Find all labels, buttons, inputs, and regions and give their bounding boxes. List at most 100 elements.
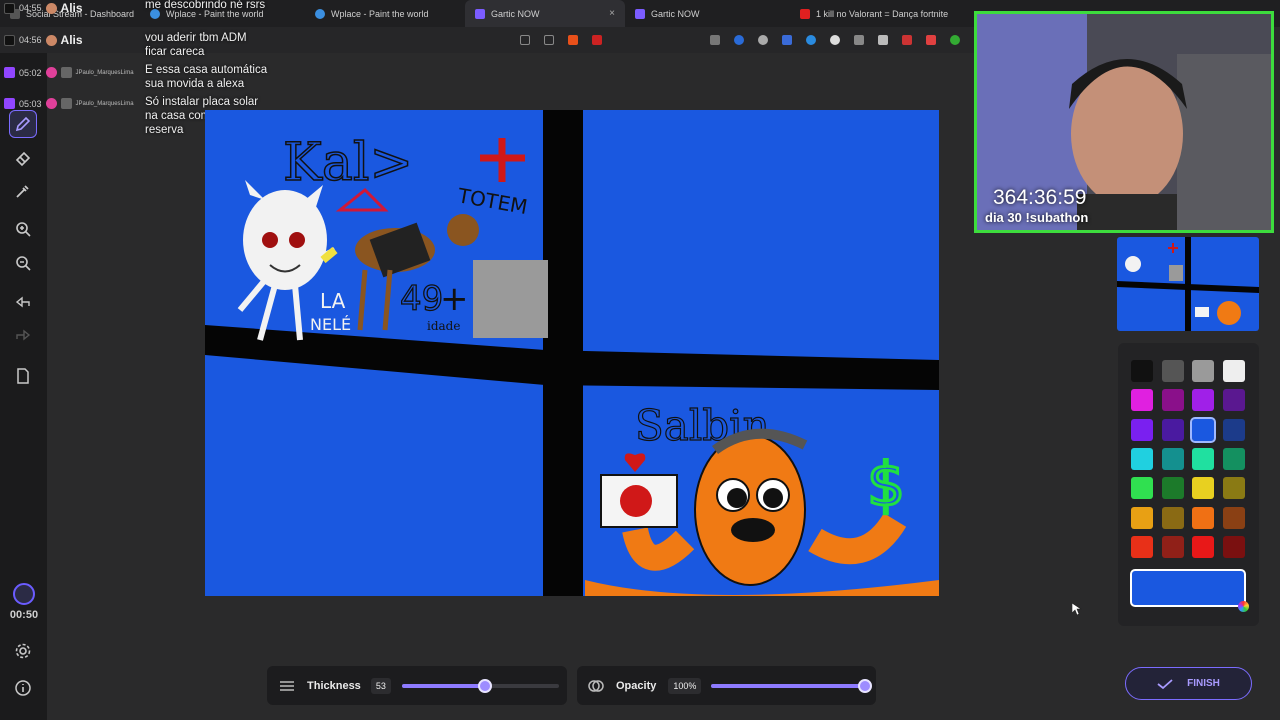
extension-icon[interactable] (926, 35, 936, 45)
drawing-shape (447, 214, 479, 246)
opacity-label: Opacity (616, 679, 657, 692)
current-color[interactable] (1130, 569, 1246, 607)
pencil-icon (15, 116, 31, 132)
redo-icon (16, 329, 31, 341)
browser-tab[interactable]: Wplace - Paint the world (305, 0, 465, 27)
browser-tab[interactable]: Wplace - Paint the world (140, 0, 305, 27)
tab-favicon-icon (315, 8, 325, 19)
browser-toolbar (0, 27, 975, 53)
drawing-canvas[interactable]: Kal> TOTEM LA NELÉ 49 + idade Salbin $ (205, 110, 939, 596)
color-swatch[interactable] (1131, 447, 1153, 470)
thickness-value[interactable]: 53 (370, 677, 391, 694)
menu-icon (280, 680, 294, 691)
finish-button[interactable]: FINISH (1125, 667, 1252, 700)
color-swatch[interactable] (1190, 416, 1216, 443)
color-swatch[interactable] (1161, 477, 1184, 500)
drawing-text: TOTEM (455, 183, 529, 219)
color-swatch[interactable] (1222, 447, 1245, 470)
color-swatch[interactable] (1222, 506, 1245, 529)
opacity-slider[interactable] (711, 679, 872, 693)
color-swatch[interactable] (1131, 418, 1153, 441)
timer-icon (13, 583, 35, 605)
settings-button[interactable] (9, 637, 37, 665)
file-icon (17, 368, 29, 384)
extension-icon[interactable] (950, 35, 960, 45)
eyedropper-tool-button[interactable] (9, 177, 37, 205)
color-swatch[interactable] (1131, 535, 1153, 558)
drawing-thumbnail[interactable] (1117, 237, 1259, 331)
extension-icon[interactable] (782, 35, 792, 45)
extension-icon[interactable] (902, 35, 912, 45)
rewards-icon[interactable] (592, 35, 602, 45)
share-icon[interactable] (544, 35, 554, 45)
file-button[interactable] (9, 362, 37, 390)
color-swatch[interactable] (1192, 477, 1214, 500)
color-swatch[interactable] (1192, 506, 1214, 529)
color-swatch[interactable] (1161, 389, 1184, 412)
tab-label: 1 kill no Valorant = Dança fortnite - (816, 8, 950, 19)
color-swatch[interactable] (1131, 477, 1153, 500)
color-swatch[interactable] (1192, 360, 1214, 382)
pencil-tool-button[interactable] (9, 110, 37, 138)
slider-fill (711, 684, 865, 688)
zoom-out-button[interactable] (9, 249, 37, 277)
tab-label: Gartic NOW (651, 8, 700, 19)
opacity-panel: Opacity 100% (577, 666, 876, 705)
slider-knob[interactable] (478, 679, 493, 693)
chat-message: E essa casa automática sua movida a alex… (145, 64, 268, 90)
zoom-in-button[interactable] (9, 215, 37, 243)
color-swatch[interactable] (1222, 535, 1245, 558)
extension-icon[interactable] (878, 35, 888, 45)
cast-icon[interactable] (520, 35, 530, 45)
undo-button[interactable] (9, 289, 37, 317)
extension-icon[interactable] (806, 35, 816, 45)
drawing-shape (624, 453, 646, 472)
slider-fill (402, 684, 486, 688)
extension-icon[interactable] (734, 35, 744, 45)
browser-tab-active[interactable]: Gartic NOW × (465, 0, 625, 27)
color-swatch[interactable] (1192, 447, 1214, 470)
browser-tab[interactable]: Social Stream - Dashboard (0, 0, 140, 27)
color-swatch[interactable] (1222, 477, 1245, 500)
slider-knob[interactable] (858, 679, 872, 693)
color-swatch[interactable] (1192, 535, 1214, 558)
extension-icon[interactable] (854, 35, 864, 45)
timer-text: 00:50 (9, 609, 39, 621)
gear-icon (15, 643, 31, 659)
extension-icon[interactable] (830, 35, 840, 45)
extension-icon[interactable] (758, 35, 768, 45)
tab-close-icon[interactable]: × (609, 8, 615, 19)
heart-icon (45, 67, 57, 78)
browser-tab[interactable]: 1 kill no Valorant = Dança fortnite - (790, 0, 950, 27)
drawing-shape (620, 485, 652, 517)
zoom-out-icon (16, 256, 31, 271)
browser-tab[interactable]: Gartic NOW (625, 0, 790, 27)
color-swatch[interactable] (1161, 418, 1184, 441)
thickness-slider[interactable] (402, 679, 559, 693)
color-swatch[interactable] (1222, 360, 1245, 382)
extension-icon[interactable] (710, 35, 720, 45)
dollar-icon: $ (867, 450, 905, 520)
color-swatch[interactable] (1222, 418, 1245, 441)
drawing-stroke (335, 187, 389, 212)
drawing-svg: Kal> TOTEM LA NELÉ 49 + idade Salbin $ (205, 110, 939, 596)
thickness-label: Thickness (307, 679, 361, 692)
color-wheel-icon[interactable] (1238, 601, 1249, 612)
color-swatch[interactable] (1131, 360, 1153, 382)
color-swatch[interactable] (1161, 360, 1184, 382)
eraser-tool-button[interactable] (9, 144, 37, 172)
color-swatch[interactable] (1192, 389, 1214, 412)
redo-button[interactable] (9, 322, 37, 350)
color-swatch[interactable] (1131, 389, 1153, 412)
info-button[interactable] (9, 674, 37, 702)
thumbnail-svg (1117, 237, 1259, 331)
color-swatch[interactable] (1222, 389, 1245, 412)
color-swatch[interactable] (1161, 535, 1184, 558)
webcam-overlay: 364:36:59 dia 30 !subathon (974, 11, 1274, 233)
brave-shield-icon[interactable] (568, 35, 578, 45)
color-swatch[interactable] (1161, 506, 1184, 529)
opacity-value[interactable]: 100% (668, 677, 702, 694)
tool-rail: 00:50 (0, 53, 47, 720)
color-swatch[interactable] (1161, 447, 1184, 470)
color-swatch[interactable] (1131, 506, 1153, 529)
